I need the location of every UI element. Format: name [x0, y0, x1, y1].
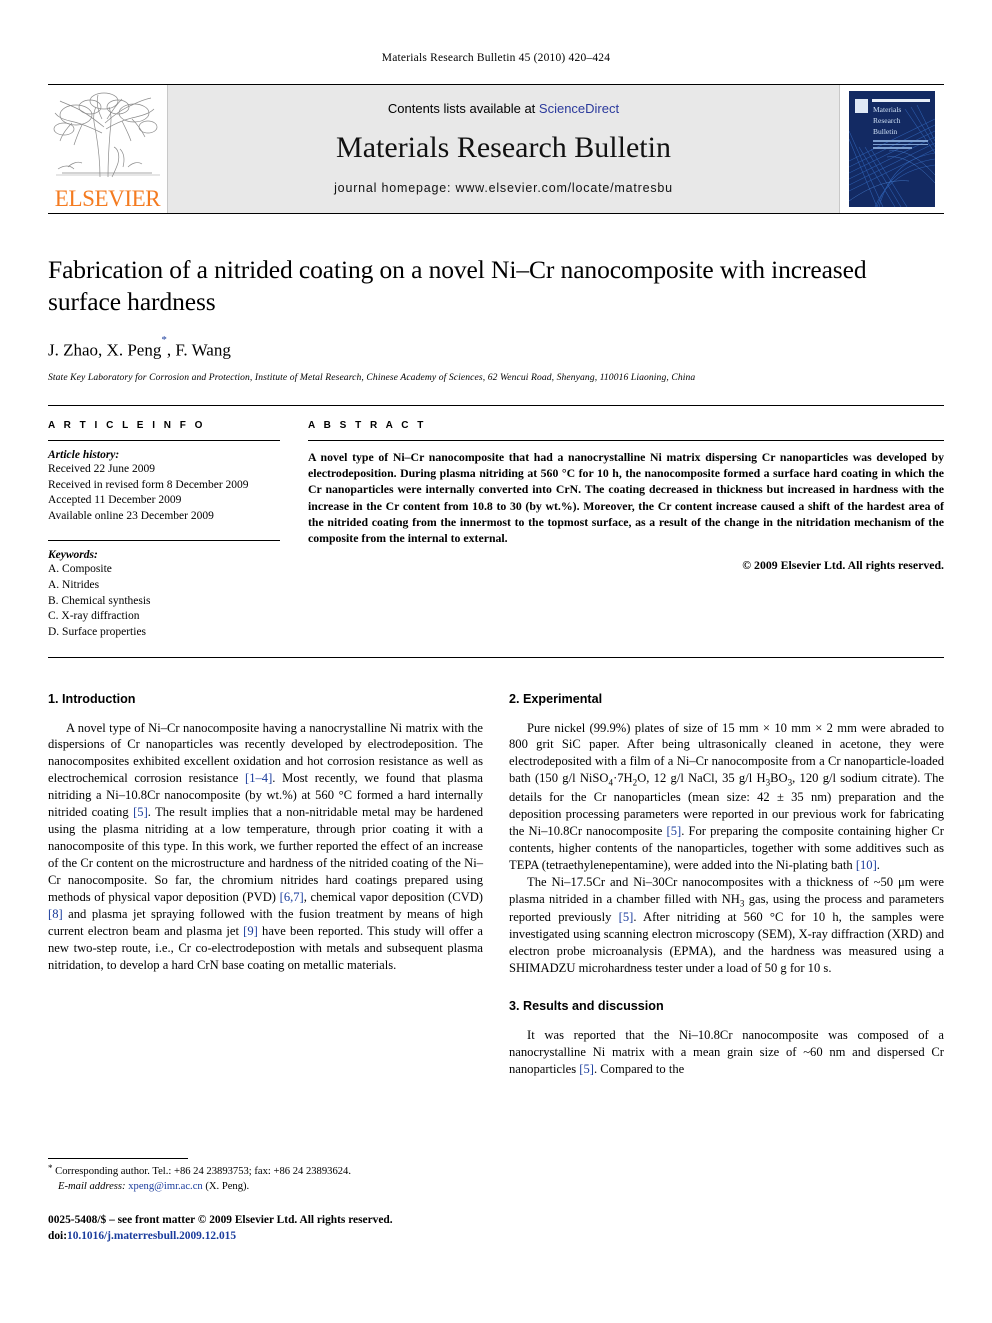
exp-text-d: BO — [770, 771, 788, 786]
cover-publisher-badge — [855, 99, 868, 113]
history-item: Accepted 11 December 2009 — [48, 494, 182, 507]
abstract-text: A novel type of Ni–Cr nanocomposite that… — [308, 449, 944, 546]
title-block: Fabrication of a nitrided coating on a n… — [48, 254, 944, 383]
footnote-contact-text: Corresponding author. Tel.: +86 24 23893… — [52, 1166, 351, 1177]
body-columns: 1. Introduction A novel type of Ni–Cr na… — [48, 692, 944, 1078]
doi-line: doi:10.1016/j.materresbull.2009.12.015 — [48, 1228, 608, 1244]
cover-title-line2: Research — [873, 115, 901, 125]
res-text-a: It was reported that the Ni–10.8Cr nanoc… — [509, 1028, 944, 1077]
footnote-contact-line: * Corresponding author. Tel.: +86 24 238… — [48, 1163, 481, 1180]
keywords-block: Keywords: A. Composite A. Nitrides B. Ch… — [48, 540, 280, 640]
keyword-item: A. Composite — [48, 563, 112, 576]
cover-title: Materials Research Bulletin — [873, 105, 901, 138]
res-text-b: . Compared to the — [593, 1062, 685, 1077]
keyword-item: C. X-ray diffraction — [48, 610, 140, 623]
exp-text-g: . — [876, 857, 880, 872]
history-item: Available online 23 December 2009 — [48, 509, 214, 522]
corresponding-author-footnote: * Corresponding author. Tel.: +86 24 238… — [48, 1158, 481, 1195]
abstract-heading: A B S T R A C T — [308, 419, 427, 431]
citation-link[interactable]: [5] — [133, 805, 148, 819]
citation-link[interactable]: [5] — [579, 1062, 594, 1076]
citation-link[interactable]: [5] — [667, 824, 682, 838]
citation-link[interactable]: [1–4] — [245, 771, 272, 785]
footnote-divider — [48, 1158, 188, 1159]
article-info-heading: A R T I C L E I N F O — [48, 419, 206, 431]
running-head: Materials Research Bulletin 45 (2010) 42… — [381, 52, 611, 64]
elsevier-logo: ELSEVIER — [48, 85, 168, 213]
article-info-column: A R T I C L E I N F O Article history: R… — [48, 420, 298, 641]
section-heading-results: 3. Results and discussion — [509, 999, 664, 1014]
keywords-divider — [48, 540, 280, 542]
contents-available-line: Contents lists available at ScienceDirec… — [388, 101, 619, 116]
journal-homepage[interactable]: journal homepage: www.elsevier.com/locat… — [334, 181, 673, 195]
citation-link[interactable]: [9] — [243, 924, 258, 938]
elsevier-tree-icon — [53, 92, 160, 178]
section-heading-introduction: 1. Introduction — [48, 691, 136, 706]
cover-top-bar — [872, 99, 930, 102]
email-link[interactable]: xpeng@imr.ac.cn — [128, 1181, 202, 1192]
citation-link[interactable]: [6,7] — [280, 890, 304, 904]
experimental-paragraph-2: The Ni–17.5Cr and Ni–30Cr nanocomposites… — [509, 874, 944, 977]
page-footer: 0025-5408/$ – see front matter © 2009 El… — [48, 1212, 608, 1245]
right-column: 2. Experimental Pure nickel (99.9%) plat… — [509, 692, 944, 1078]
cover-subtitle-lines — [873, 140, 928, 151]
abstract-copyright: © 2009 Elsevier Ltd. All rights reserved… — [742, 557, 944, 572]
keyword-item: D. Surface properties — [48, 625, 147, 638]
footnote-email-line: E-mail address: xpeng@imr.ac.cn (X. Peng… — [48, 1180, 481, 1195]
experimental-paragraph-1: Pure nickel (99.9%) plates of size of 15… — [509, 720, 944, 874]
section-heading-experimental: 2. Experimental — [509, 691, 603, 706]
exp-text-c: O, 12 g/l NaCl, 35 g/l H — [637, 771, 766, 786]
email-address-label: E-mail address: — [58, 1180, 126, 1192]
left-column: 1. Introduction A novel type of Ni–Cr na… — [48, 692, 483, 1078]
citation-link[interactable]: [10] — [856, 858, 877, 872]
journal-masthead: ELSEVIER Contents lists available at Sci… — [48, 84, 944, 214]
authors-post: , F. Wang — [166, 340, 231, 360]
authors-pre: J. Zhao, X. Peng — [48, 340, 162, 360]
footnote-star: * — [48, 1163, 53, 1173]
cover-image: Materials Research Bulletin — [849, 91, 935, 207]
doi-link[interactable]: 10.1016/j.materresbull.2009.12.015 — [67, 1230, 236, 1242]
history-item: Received 22 June 2009 — [48, 462, 155, 475]
exp-text-b: ·7H — [613, 771, 633, 786]
info-abstract-panel: A R T I C L E I N F O Article history: R… — [48, 404, 944, 658]
introduction-paragraph: A novel type of Ni–Cr nanocomposite havi… — [48, 720, 483, 974]
author-list: J. Zhao, X. Peng*, F. Wang — [48, 334, 944, 361]
journal-title: Materials Research Bulletin — [336, 130, 671, 164]
sciencedirect-link[interactable]: ScienceDirect — [539, 101, 619, 116]
keyword-item: B. Chemical synthesis — [48, 594, 151, 607]
keywords-label: Keywords: — [48, 549, 98, 562]
citation-link[interactable]: [5] — [619, 910, 634, 924]
keyword-item: A. Nitrides — [48, 579, 100, 592]
sciencedirect-banner: Contents lists available at ScienceDirec… — [168, 85, 839, 213]
cover-title-line3: Bulletin — [873, 126, 898, 136]
doi-prefix: doi: — [48, 1230, 67, 1243]
history-item: Received in revised form 8 December 2009 — [48, 478, 249, 491]
corresponding-author-marker[interactable]: * — [161, 334, 167, 346]
contents-prefix: Contents lists available at — [387, 100, 539, 116]
page-title: Fabrication of a nitrided coating on a n… — [48, 255, 867, 317]
elsevier-wordmark: ELSEVIER — [54, 186, 161, 211]
results-paragraph: It was reported that the Ni–10.8Cr nanoc… — [509, 1027, 944, 1078]
info-divider — [48, 439, 280, 441]
article-history-label: Article history: — [48, 448, 120, 461]
affiliation: State Key Laboratory for Corrosion and P… — [48, 371, 696, 383]
email-suffix: (X. Peng). — [202, 1180, 250, 1192]
intro-text-d: , chemical vapor deposition (CVD) — [303, 889, 483, 904]
journal-cover-thumbnail[interactable]: Materials Research Bulletin — [839, 85, 944, 213]
cover-title-line1: Materials — [873, 105, 902, 114]
issn-line: 0025-5408/$ – see front matter © 2009 El… — [48, 1214, 393, 1226]
abstract-divider — [308, 439, 944, 441]
article-page: Materials Research Bulletin 45 (2010) 42… — [0, 0, 992, 1323]
abstract-column: A B S T R A C T A novel type of Ni–Cr na… — [298, 420, 944, 641]
citation-link[interactable]: [8] — [48, 907, 63, 921]
